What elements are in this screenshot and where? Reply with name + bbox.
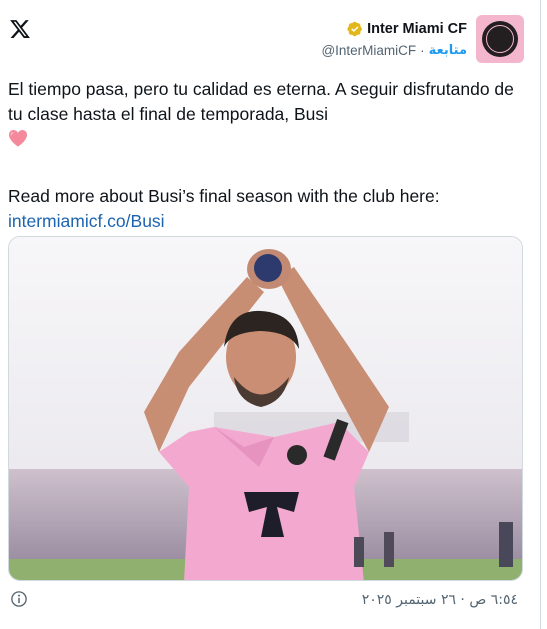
heart-emoji-icon [8, 129, 28, 154]
tweet-media-photo[interactable] [8, 236, 523, 581]
verified-badge-icon [347, 21, 363, 37]
tweet-embed-card: Inter Miami CF @InterMiamiCF · متابعة El… [0, 0, 541, 629]
tweet-text: El tiempo pasa, pero tu calidad es etern… [8, 77, 528, 234]
author-display-name[interactable]: Inter Miami CF [367, 21, 467, 37]
tweet-link[interactable]: intermiamicf.co/Busi [8, 211, 165, 231]
separator-dot: · [420, 43, 425, 58]
follow-button[interactable]: متابعة [429, 43, 467, 58]
x-logo-icon[interactable] [9, 18, 31, 40]
tweet-text-spanish: El tiempo pasa, pero tu calidad es etern… [8, 79, 514, 124]
avatar[interactable] [476, 15, 524, 63]
tweet-text-english: Read more about Busi’s final season with… [8, 186, 440, 206]
info-icon[interactable] [10, 590, 28, 608]
tweet-timestamp[interactable]: ٦:٥٤ ص · ٢٦ سبتمبر ٢٠٢٥ [362, 592, 518, 608]
author-handle[interactable]: @InterMiamiCF [321, 43, 416, 58]
crest-logo-icon [482, 21, 518, 57]
author-block[interactable]: Inter Miami CF @InterMiamiCF · متابعة [321, 21, 467, 58]
